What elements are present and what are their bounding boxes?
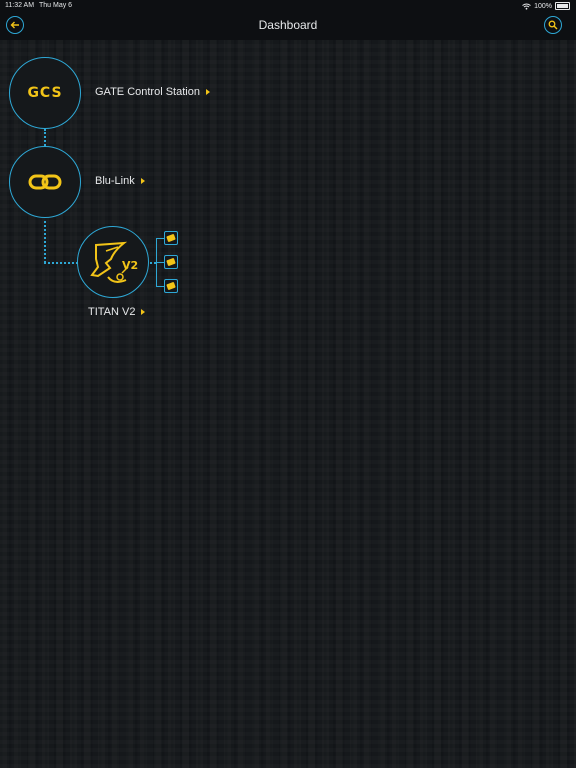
payload-tick-2 bbox=[156, 262, 164, 263]
connector-blulink-titan-h bbox=[44, 262, 78, 264]
chevron-right-icon bbox=[141, 309, 146, 315]
gcs-link[interactable]: GATE Control Station bbox=[95, 86, 210, 98]
search-icon bbox=[548, 20, 558, 30]
gcs-logo: GCS bbox=[27, 85, 63, 101]
connector-blulink-titan-v bbox=[44, 216, 46, 263]
payload-3[interactable] bbox=[164, 279, 178, 293]
titan-label: TITAN V2 bbox=[88, 306, 136, 318]
blulink-link[interactable]: Blu-Link bbox=[95, 175, 145, 187]
payload-icon bbox=[166, 258, 176, 266]
wifi-icon bbox=[522, 3, 531, 10]
battery-percent: 100% bbox=[534, 2, 552, 10]
titan-logo-text: V2 bbox=[122, 259, 138, 272]
blulink-logo-icon bbox=[28, 174, 62, 190]
blulink-node[interactable] bbox=[9, 146, 81, 218]
camo-background bbox=[0, 40, 576, 768]
status-bar: 11:32 AM Thu May 6 100% bbox=[0, 0, 576, 12]
chevron-right-icon bbox=[205, 89, 210, 95]
payload-1[interactable] bbox=[164, 231, 178, 245]
payload-icon bbox=[166, 282, 176, 290]
titan-node[interactable]: V2 bbox=[77, 226, 149, 298]
blulink-label: Blu-Link bbox=[95, 175, 135, 187]
payload-icon bbox=[166, 234, 176, 242]
page-title: Dashboard bbox=[258, 18, 318, 32]
search-button[interactable] bbox=[544, 16, 562, 34]
gcs-label: GATE Control Station bbox=[95, 86, 200, 98]
chevron-right-icon bbox=[140, 178, 145, 184]
status-date: Thu May 6 bbox=[39, 2, 73, 9]
titan-logo-icon: V2 bbox=[90, 241, 138, 283]
battery-icon bbox=[555, 2, 570, 10]
status-time: 11:32 AM bbox=[5, 2, 35, 9]
nav-bar: Dashboard bbox=[0, 12, 576, 40]
payload-2[interactable] bbox=[164, 255, 178, 269]
titan-link[interactable]: TITAN V2 bbox=[88, 306, 146, 318]
status-right: 100% bbox=[522, 2, 570, 10]
connector-gcs-blulink bbox=[44, 129, 46, 146]
gcs-node[interactable]: GCS bbox=[9, 57, 81, 129]
payload-tick-3 bbox=[156, 286, 164, 287]
payload-tick-1 bbox=[156, 238, 164, 239]
